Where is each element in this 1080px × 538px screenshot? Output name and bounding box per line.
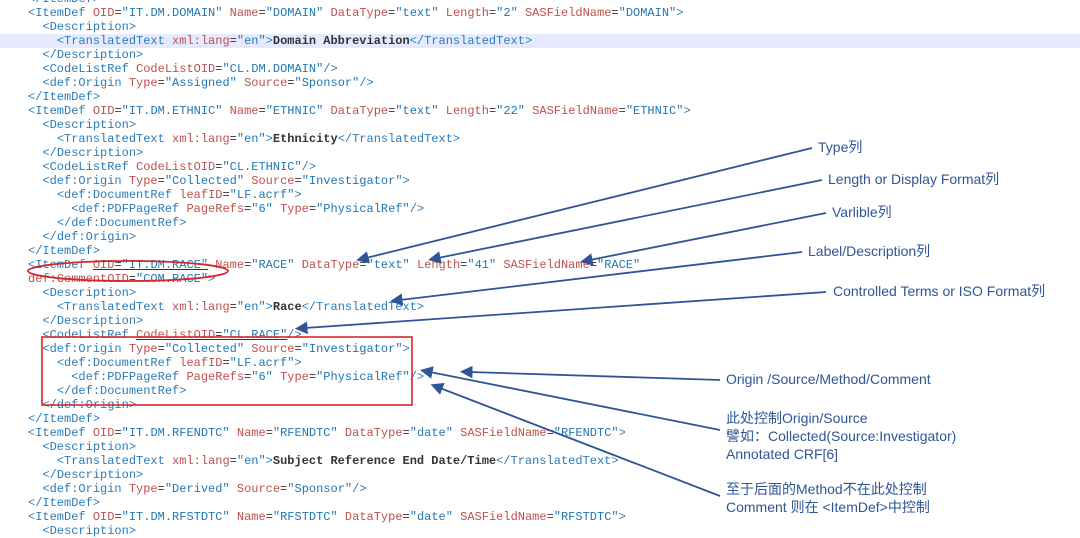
- ann-label: Label/Description列: [808, 244, 930, 258]
- ann-method-comment: 至于后面的Method不在此处控制 Comment 则在 <ItemDef>中控…: [726, 480, 930, 516]
- ann-length: Length or Display Format列: [828, 172, 999, 186]
- ann-origin: Origin /Source/Method/Comment: [726, 372, 931, 386]
- ann-origin-detail: 此处控制Origin/Source 譬如：Collected(Source:In…: [726, 409, 956, 463]
- ann-type: Type列: [818, 140, 862, 154]
- ann-varlible: Varlible列: [832, 205, 892, 219]
- xml-code: </ItemDef> <ItemDef OID="IT.DM.DOMAIN" N…: [0, 0, 748, 538]
- ann-ct: Controlled Terms or ISO Format列: [833, 284, 1045, 298]
